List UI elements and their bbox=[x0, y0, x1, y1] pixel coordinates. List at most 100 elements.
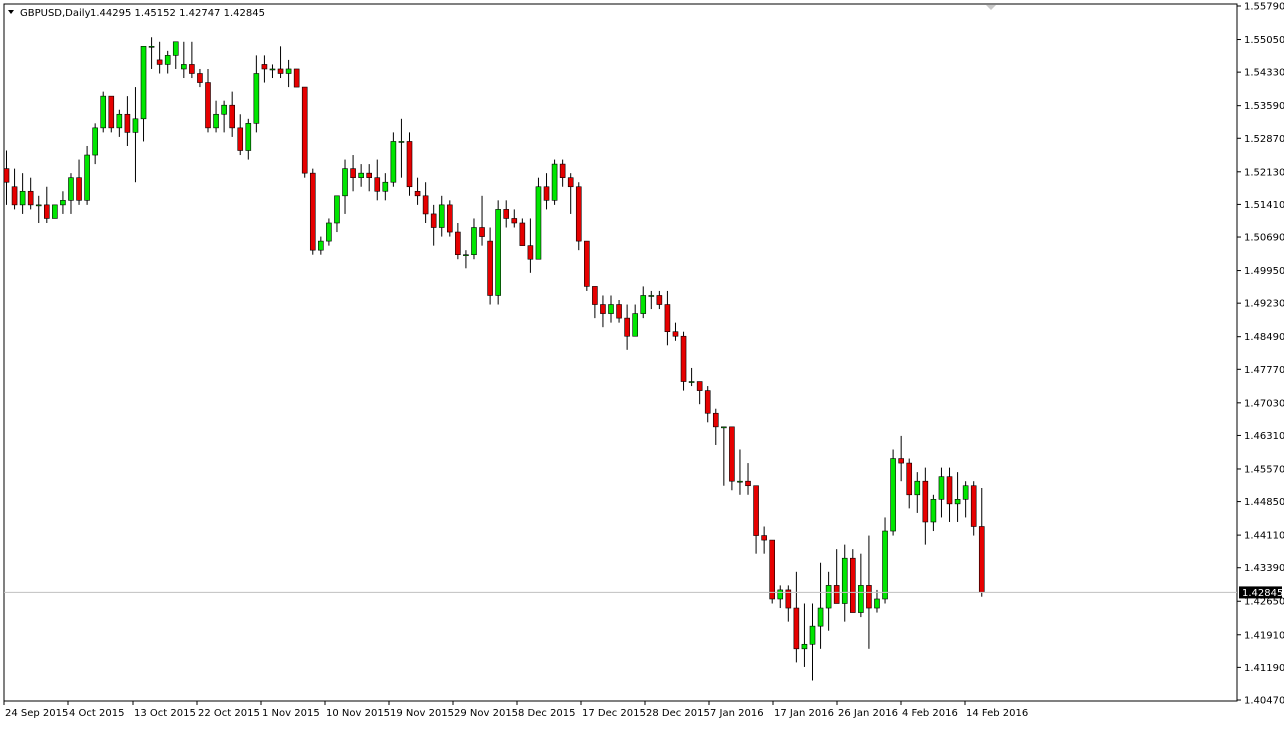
x-tick-label: 17 Dec 2015 bbox=[582, 708, 646, 719]
y-tick-label: 1.43390 bbox=[1244, 563, 1284, 574]
candle bbox=[584, 240, 590, 291]
candle-body-bull bbox=[688, 381, 695, 383]
y-tick-label: 1.48490 bbox=[1244, 332, 1284, 343]
candle-body-bull bbox=[721, 426, 727, 429]
candle-body-bear bbox=[406, 141, 413, 188]
candle bbox=[309, 168, 316, 255]
candle-body-bear bbox=[753, 485, 759, 536]
candle-body-bull bbox=[181, 64, 187, 70]
y-tick-label: 1.47770 bbox=[1244, 365, 1284, 376]
candle-body-bear bbox=[189, 64, 195, 74]
candle-body-bear bbox=[672, 331, 679, 337]
candle-body-bull bbox=[632, 313, 638, 337]
candle-body-bear bbox=[793, 607, 800, 650]
candle-body-bear bbox=[922, 480, 929, 523]
y-tick-label: 1.55790 bbox=[1244, 2, 1284, 13]
candle-body-bull bbox=[930, 499, 937, 523]
candle-body-bull bbox=[825, 585, 832, 609]
candle-body-bull bbox=[954, 499, 961, 505]
candle-body-bull bbox=[326, 222, 332, 242]
y-tick-label: 1.51410 bbox=[1244, 200, 1284, 211]
x-tick-label: 26 Jan 2016 bbox=[838, 708, 898, 719]
candle bbox=[100, 91, 107, 133]
y-tick-label: 1.41190 bbox=[1244, 663, 1284, 674]
x-tick-label: 4 Oct 2015 bbox=[69, 708, 124, 719]
candle bbox=[293, 68, 300, 88]
y-tick-label: 1.44110 bbox=[1244, 531, 1284, 542]
y-tick-label: 1.49230 bbox=[1244, 299, 1284, 310]
candle-body-bear bbox=[511, 218, 518, 224]
candle bbox=[769, 539, 776, 604]
candle-body-bear bbox=[197, 73, 203, 83]
candle-body-bear bbox=[108, 95, 115, 129]
candle-body-bear bbox=[866, 585, 872, 609]
candle-body-bear bbox=[43, 204, 50, 219]
chart-background bbox=[0, 0, 1284, 725]
candle-body-bear bbox=[350, 168, 356, 178]
candle-body-bull bbox=[132, 118, 139, 133]
candle-body-bear bbox=[3, 168, 10, 183]
candle-body-bull bbox=[608, 304, 614, 314]
x-tick-label: 7 Jan 2016 bbox=[710, 708, 764, 719]
candle-body-bull bbox=[495, 209, 501, 296]
candle-body-bear bbox=[769, 539, 776, 600]
candle-body-bear bbox=[584, 240, 590, 287]
candle-body-bull bbox=[221, 104, 227, 115]
y-tick-label: 1.52870 bbox=[1244, 134, 1284, 145]
x-tick-label: 29 Nov 2015 bbox=[454, 708, 518, 719]
candle-body-bull bbox=[551, 163, 558, 201]
candle-body-bull bbox=[640, 295, 647, 314]
candle-body-bull bbox=[269, 68, 276, 71]
candle-body-bear bbox=[543, 186, 550, 201]
candle-body-bear bbox=[978, 526, 985, 593]
y-tick-label: 1.41910 bbox=[1244, 630, 1284, 641]
y-tick-label: 1.55050 bbox=[1244, 35, 1284, 46]
candle-body-bull bbox=[52, 204, 58, 219]
candle-body-bear bbox=[616, 304, 622, 319]
candle-body-bear bbox=[704, 390, 711, 414]
chart-window[interactable]: 1.55790 1.55050 1.54330 1.53590 1.52870 1.521… bbox=[0, 0, 1284, 725]
candle-body-bear bbox=[559, 163, 566, 178]
candle bbox=[575, 182, 582, 251]
x-tick-label: 1 Nov 2015 bbox=[262, 708, 320, 719]
candlestick-chart[interactable]: 1.55790 1.55050 1.54330 1.53590 1.52870 1.521… bbox=[0, 0, 1284, 725]
candle-body-bull bbox=[471, 227, 477, 255]
candle bbox=[890, 449, 896, 536]
candle-body-bear bbox=[414, 190, 421, 197]
y-tick-label: 1.54330 bbox=[1244, 68, 1284, 79]
candle-body-bear bbox=[293, 68, 300, 88]
candle-body-bull bbox=[801, 643, 808, 650]
candle-body-bear bbox=[712, 412, 719, 428]
y-tick-label: 1.50690 bbox=[1244, 233, 1284, 244]
candle-body-bull bbox=[164, 55, 171, 65]
candle-body-bull bbox=[35, 204, 42, 207]
candle bbox=[52, 204, 58, 219]
candle-body-bull bbox=[858, 585, 864, 613]
candle-body-bear bbox=[696, 381, 703, 391]
candle-body-bear bbox=[455, 231, 461, 255]
candle-body-bear bbox=[906, 462, 913, 496]
candle-body-bull bbox=[358, 172, 364, 178]
candle-body-bear bbox=[430, 213, 437, 228]
x-tick-label: 14 Feb 2016 bbox=[966, 708, 1028, 719]
candle-body-bear bbox=[833, 585, 840, 604]
symbol-timeframe-label: GBPUSD,Daily bbox=[20, 8, 91, 19]
candle-body-bear bbox=[374, 177, 381, 192]
candle-body-bull bbox=[172, 41, 179, 56]
candle-body-bull bbox=[737, 480, 743, 483]
candle-body-bull bbox=[438, 204, 445, 228]
candle-body-bear bbox=[519, 222, 526, 246]
y-tick-label: 1.47030 bbox=[1244, 398, 1284, 409]
candle-body-bear bbox=[600, 304, 606, 314]
candle-body-bear bbox=[479, 227, 485, 237]
candle-body-bull bbox=[68, 177, 74, 201]
candle-body-bull bbox=[334, 195, 340, 224]
candle-body-bull bbox=[253, 73, 260, 124]
candle-body-bear bbox=[729, 426, 735, 482]
candle-body-bear bbox=[205, 82, 211, 129]
candle-body-bull bbox=[213, 113, 219, 129]
y-tick-label: 1.49950 bbox=[1244, 266, 1284, 277]
candle-body-bear bbox=[664, 304, 671, 333]
candle-body-bear bbox=[156, 59, 163, 65]
candle-body-bull bbox=[890, 458, 896, 532]
